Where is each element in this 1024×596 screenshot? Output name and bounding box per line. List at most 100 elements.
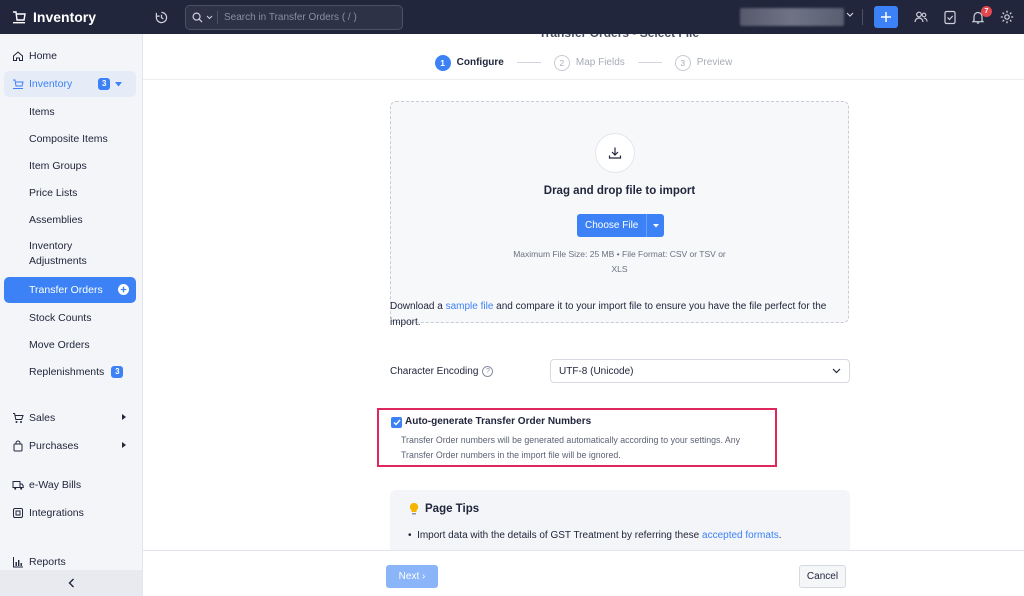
step-label: Preview bbox=[696, 57, 733, 68]
chevron-down-icon[interactable] bbox=[846, 12, 854, 18]
footer-actions: Next › Cancel bbox=[143, 550, 1024, 596]
auto-generate-highlight: Auto-generate Transfer Order Numbers Tra… bbox=[377, 408, 777, 467]
choose-file-dropdown[interactable] bbox=[646, 214, 665, 237]
sidebar-item-eway-bills[interactable]: e-Way Bills bbox=[4, 472, 136, 498]
users-icon[interactable] bbox=[913, 9, 929, 25]
inventory-logo-icon bbox=[11, 9, 27, 25]
sidebar: Home Inventory 3 Items Composite Items I… bbox=[0, 34, 143, 596]
file-requirements-line2: XLS bbox=[611, 264, 628, 274]
sidebar-item-inventory[interactable]: Inventory 3 bbox=[4, 71, 136, 97]
task-checklist-icon[interactable] bbox=[942, 9, 958, 25]
sidebar-item-move-orders[interactable]: Move Orders bbox=[4, 332, 136, 358]
caret-down-icon bbox=[652, 223, 659, 227]
organization-switcher[interactable] bbox=[740, 8, 844, 26]
character-encoding-select[interactable]: UTF-8 (Unicode) bbox=[550, 359, 850, 383]
app-brand[interactable]: Inventory bbox=[0, 0, 143, 34]
recent-history-icon[interactable] bbox=[151, 7, 171, 27]
sidebar-item-label: Assemblies bbox=[29, 214, 83, 226]
step-configure: 1 Configure bbox=[434, 54, 504, 71]
step-number: 3 bbox=[674, 54, 691, 71]
sidebar-item-label-line2: Adjustments bbox=[29, 255, 87, 267]
integrations-icon bbox=[12, 507, 24, 519]
bar-chart-icon bbox=[12, 556, 24, 568]
page-tip-item: • Import data with the details of GST Tr… bbox=[408, 530, 782, 541]
download-icon bbox=[595, 133, 635, 173]
file-requirements-note: Maximum File Size: 25 MB • File Format: … bbox=[391, 247, 848, 277]
file-requirements-line1: Maximum File Size: 25 MB • File Format: … bbox=[513, 249, 726, 259]
sidebar-item-integrations[interactable]: Integrations bbox=[4, 500, 136, 526]
import-stepper: 1 Configure 2 Map Fields 3 Preview bbox=[143, 46, 1024, 80]
gear-icon[interactable] bbox=[999, 9, 1015, 25]
sidebar-item-label: Replenishments bbox=[29, 366, 105, 378]
sidebar-item-price-lists[interactable]: Price Lists bbox=[4, 180, 136, 206]
notification-badge: 7 bbox=[981, 6, 992, 17]
plus-icon bbox=[881, 12, 891, 22]
sidebar-item-purchases[interactable]: Purchases bbox=[4, 433, 136, 459]
caret-down-icon bbox=[115, 81, 123, 86]
sample-file-link[interactable]: sample file bbox=[446, 301, 494, 312]
cancel-button[interactable]: Cancel bbox=[799, 565, 846, 588]
choose-file-button-group: Choose File bbox=[577, 214, 665, 237]
step-number: 2 bbox=[553, 54, 570, 71]
caret-right-icon bbox=[122, 414, 126, 420]
sidebar-item-assemblies[interactable]: Assemblies bbox=[4, 207, 136, 233]
sidebar-item-label: e-Way Bills bbox=[29, 479, 82, 491]
search-input[interactable]: Search in Transfer Orders ( / ) bbox=[185, 4, 403, 30]
step-connector bbox=[637, 62, 662, 63]
sidebar-item-label: Price Lists bbox=[29, 187, 78, 199]
sidebar-item-items[interactable]: Items bbox=[4, 99, 136, 125]
step-number: 1 bbox=[434, 54, 451, 71]
page-tips-title: Page Tips bbox=[425, 503, 480, 515]
sidebar-item-composite-items[interactable]: Composite Items bbox=[4, 126, 136, 152]
count-badge: 3 bbox=[111, 366, 124, 378]
encoding-label-text: Character Encoding bbox=[390, 366, 479, 377]
accepted-formats-link[interactable]: accepted formats bbox=[702, 530, 779, 541]
encoding-value: UTF-8 (Unicode) bbox=[559, 365, 634, 377]
caret-right-icon bbox=[122, 442, 126, 448]
auto-generate-description: Transfer Order numbers will be generated… bbox=[401, 435, 741, 460]
page-title: Transfer Orders - Select File bbox=[539, 26, 700, 40]
search-divider bbox=[217, 10, 218, 24]
step-preview: 3 Preview bbox=[674, 54, 733, 71]
search-placeholder: Search in Transfer Orders ( / ) bbox=[224, 11, 357, 23]
sidebar-item-stock-counts[interactable]: Stock Counts bbox=[4, 305, 136, 331]
sidebar-item-inventory-adjustments[interactable]: Inventory Adjustments bbox=[4, 237, 136, 271]
step-label: Map Fields bbox=[575, 57, 625, 68]
sidebar-item-transfer-orders[interactable]: Transfer Orders bbox=[4, 277, 136, 303]
add-circle-icon[interactable] bbox=[118, 284, 129, 295]
chevron-down-icon[interactable] bbox=[206, 15, 213, 20]
drop-zone-title: Drag and drop file to import bbox=[543, 185, 696, 197]
next-button[interactable]: Next › bbox=[386, 565, 438, 588]
file-drop-zone[interactable]: Drag and drop file to import Choose File… bbox=[390, 101, 849, 323]
sidebar-item-label: Home bbox=[29, 50, 58, 62]
home-icon bbox=[12, 50, 24, 62]
shopping-bag-icon bbox=[12, 440, 24, 452]
check-icon bbox=[393, 419, 401, 426]
sidebar-item-home[interactable]: Home bbox=[4, 43, 136, 69]
sidebar-item-replenishments[interactable]: Replenishments 3 bbox=[4, 359, 136, 385]
topbar-divider bbox=[862, 9, 863, 25]
tip-suffix: . bbox=[778, 530, 782, 541]
choose-file-button[interactable]: Choose File bbox=[577, 214, 647, 237]
sidebar-item-label: Move Orders bbox=[29, 339, 90, 351]
main-content: Transfer Orders - Select File 1 Configur… bbox=[143, 26, 1024, 596]
sidebar-item-label: Sales bbox=[29, 412, 56, 424]
step-label: Configure bbox=[456, 57, 504, 68]
auto-generate-title: Auto-generate Transfer Order Numbers bbox=[405, 416, 592, 427]
sidebar-item-item-groups[interactable]: Item Groups bbox=[4, 153, 136, 179]
lightbulb-icon bbox=[409, 502, 419, 515]
quick-create-button[interactable] bbox=[874, 6, 898, 28]
help-icon[interactable]: ? bbox=[482, 366, 494, 377]
collapse-sidebar-button[interactable] bbox=[0, 570, 142, 596]
sidebar-item-label: Integrations bbox=[29, 507, 84, 519]
sample-prefix: Download a bbox=[390, 301, 446, 312]
search-icon bbox=[192, 12, 203, 23]
sidebar-item-label: Inventory bbox=[29, 78, 73, 90]
sidebar-item-label: Transfer Orders bbox=[29, 284, 103, 296]
sidebar-item-sales[interactable]: Sales bbox=[4, 405, 136, 431]
bullet: • bbox=[408, 530, 418, 541]
sidebar-item-label: Stock Counts bbox=[29, 312, 92, 324]
sample-file-text: Download a sample file and compare it to… bbox=[390, 299, 850, 331]
auto-generate-checkbox[interactable] bbox=[391, 417, 402, 428]
sidebar-item-label: Inventory bbox=[29, 240, 73, 252]
